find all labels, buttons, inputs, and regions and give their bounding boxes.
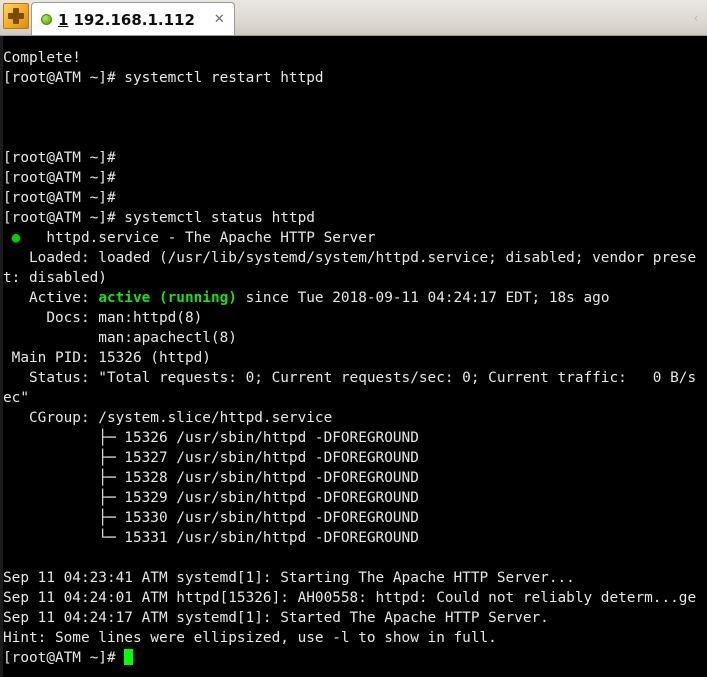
terminal-line: man:apachectl(8) xyxy=(3,330,237,346)
terminal-line: Sep 11 04:24:01 ATM httpd[15326]: AH0055… xyxy=(3,590,697,606)
terminal-line: ├─ 15328 /usr/sbin/httpd -DFOREGROUND xyxy=(3,470,419,486)
terminal-output-area[interactable]: Complete! [root@ATM ~]# systemctl restart… xyxy=(0,36,707,677)
terminal-line: ● httpd.service - The Apache HTTP Server xyxy=(3,230,376,246)
terminal-line: ├─ 15327 /usr/sbin/httpd -DFOREGROUND xyxy=(3,450,419,466)
terminal-line: ec" xyxy=(3,390,29,406)
terminal-line: Sep 11 04:24:17 ATM systemd[1]: Started … xyxy=(3,610,549,626)
terminal-line: Active: active (running) since Tue 2018-… xyxy=(3,290,610,306)
terminal-line: ├─ 15330 /usr/sbin/httpd -DFOREGROUND xyxy=(3,510,419,526)
tab-title-label: 192.168.1.112 xyxy=(73,10,195,29)
chevron-left-icon[interactable]: ‹ xyxy=(685,0,707,35)
terminal-line: Docs: man:httpd(8) xyxy=(3,310,203,326)
terminal-line: [root@ATM ~]# systemctl restart httpd xyxy=(3,70,324,86)
putty-icon-cross-horizontal xyxy=(8,13,24,19)
terminal-line: [root@ATM ~]# xyxy=(3,190,116,206)
close-icon[interactable]: ✕ xyxy=(211,12,228,27)
green-status-dot-icon xyxy=(41,14,52,25)
terminal-window: 1 192.168.1.112 ✕ ‹ Complete! [root@ATM ~… xyxy=(0,0,707,677)
putty-icon[interactable] xyxy=(3,3,29,29)
terminal-line: Complete! xyxy=(3,50,81,66)
terminal-screen: Complete! [root@ATM ~]# systemctl restart… xyxy=(3,48,707,668)
terminal-line: Loaded: loaded (/usr/lib/systemd/system/… xyxy=(3,250,697,266)
terminal-cursor xyxy=(124,649,133,665)
session-tab[interactable]: 1 192.168.1.112 ✕ xyxy=(31,2,235,35)
terminal-line: [root@ATM ~]# systemctl status httpd xyxy=(3,210,315,226)
tab-index-label: 1 xyxy=(58,10,69,29)
terminal-line: ├─ 15326 /usr/sbin/httpd -DFOREGROUND xyxy=(3,430,419,446)
terminal-line: └─ 15331 /usr/sbin/httpd -DFOREGROUND xyxy=(3,530,419,546)
terminal-line: Status: "Total requests: 0; Current requ… xyxy=(3,370,697,386)
terminal-line: Hint: Some lines were ellipsized, use -l… xyxy=(3,630,497,646)
terminal-line: t: disabled) xyxy=(3,270,107,286)
terminal-line: [root@ATM ~]# xyxy=(3,170,116,186)
tab-bar: 1 192.168.1.112 ✕ ‹ xyxy=(0,0,707,36)
active-running-status: active (running) xyxy=(98,290,237,306)
service-active-dot-icon: ● xyxy=(3,230,21,246)
terminal-line: Sep 11 04:23:41 ATM systemd[1]: Starting… xyxy=(3,570,575,586)
terminal-line: CGroup: /system.slice/httpd.service xyxy=(3,410,333,426)
terminal-line: Main PID: 15326 (httpd) xyxy=(3,350,211,366)
terminal-line: [root@ATM ~]# xyxy=(3,150,116,166)
terminal-line: ├─ 15329 /usr/sbin/httpd -DFOREGROUND xyxy=(3,490,419,506)
terminal-line: [root@ATM ~]# xyxy=(3,648,707,668)
